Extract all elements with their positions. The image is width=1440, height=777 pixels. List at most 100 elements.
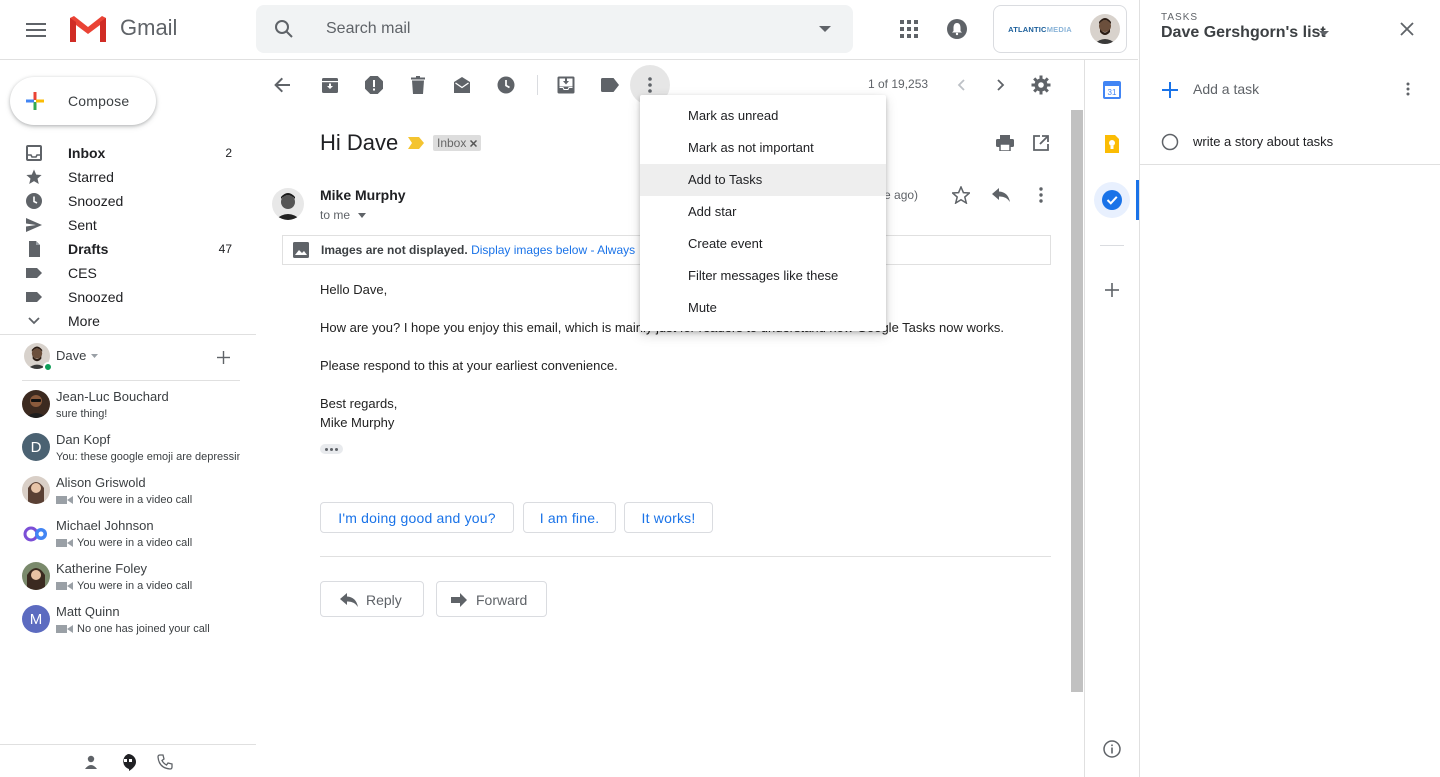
notifications-button[interactable]	[942, 14, 972, 44]
inbox-label-chip[interactable]: Inbox	[433, 135, 482, 151]
tasks-addon-button[interactable]	[1094, 182, 1130, 218]
recipient-details-caret-icon[interactable]	[358, 213, 366, 218]
back-button[interactable]	[268, 72, 296, 98]
nav-starred[interactable]: Starred	[0, 165, 256, 189]
message-more-button[interactable]	[1030, 184, 1052, 206]
report-spam-button[interactable]	[360, 72, 388, 98]
menu-item-create-event[interactable]: Create event	[640, 228, 886, 260]
archive-button[interactable]	[316, 72, 344, 98]
hangouts-bottom-bar	[0, 744, 256, 777]
menu-item-mute[interactable]: Mute	[640, 292, 886, 324]
calendar-addon-button[interactable]: 31	[1100, 78, 1124, 102]
close-tasks-button[interactable]	[1396, 18, 1418, 40]
menu-item-mark-unread[interactable]: Mark as unread	[640, 100, 886, 132]
importance-marker-icon[interactable]	[408, 137, 424, 149]
nav-drafts[interactable]: Drafts 47	[0, 237, 256, 261]
chat-item[interactable]: D Dan Kopf You: these google emoji are d…	[22, 431, 256, 471]
message-subject: Hi Dave	[320, 130, 399, 155]
search-input[interactable]	[326, 17, 806, 41]
search-icon[interactable]	[274, 19, 294, 39]
chat-item[interactable]: Katherine Foley You were in a video call	[22, 560, 256, 600]
hangouts-tab[interactable]	[115, 750, 141, 776]
labels-button[interactable]	[596, 72, 624, 98]
menu-item-add-star[interactable]: Add star	[640, 196, 886, 228]
mark-unread-icon	[454, 77, 470, 93]
mark-unread-button[interactable]	[448, 72, 476, 98]
nav-label-snoozed: Snoozed	[68, 193, 124, 209]
keep-addon-button[interactable]	[1100, 132, 1124, 156]
task-item[interactable]: write a story about tasks	[1161, 131, 1431, 153]
older-button[interactable]	[990, 74, 1012, 96]
get-addons-button[interactable]	[1100, 278, 1124, 302]
recipient-line: to me	[320, 208, 351, 222]
print-button[interactable]	[994, 132, 1016, 154]
reply-button[interactable]: Reply	[320, 581, 424, 617]
chevron-right-icon	[997, 79, 1005, 91]
nav-snoozed[interactable]: Snoozed	[0, 189, 256, 213]
forward-icon	[451, 593, 467, 607]
compose-button[interactable]: Compose	[10, 77, 156, 125]
side-panel-rail: 31	[1084, 60, 1139, 777]
newer-button[interactable]	[950, 74, 972, 96]
reply-icon	[340, 593, 358, 607]
sender-name[interactable]: Mike Murphy	[320, 187, 406, 203]
tasks-more-options-button[interactable]	[1398, 78, 1418, 100]
smart-reply-1[interactable]: I'm doing good and you?	[320, 502, 514, 533]
smart-reply-3[interactable]: It works!	[624, 502, 713, 533]
forward-button[interactable]: Forward	[436, 581, 547, 617]
info-button[interactable]	[1101, 738, 1123, 760]
list-dropdown-caret-icon[interactable]	[1319, 31, 1329, 36]
menu-item-filter-messages[interactable]: Filter messages like these	[640, 260, 886, 292]
online-status-dot	[43, 362, 53, 372]
open-new-window-button[interactable]	[1030, 132, 1052, 154]
phone-tab[interactable]	[154, 751, 176, 773]
account-switcher[interactable]: ATLANTIC MEDIA	[993, 5, 1127, 53]
main-menu-button[interactable]	[20, 14, 52, 46]
show-trimmed-content-button[interactable]	[320, 444, 343, 454]
gear-icon	[1031, 75, 1051, 95]
nav-sent[interactable]: Sent	[0, 213, 256, 237]
message-scrollbar[interactable]	[1071, 110, 1083, 692]
settings-button[interactable]	[1028, 72, 1054, 98]
task-checkbox-circle-icon[interactable]	[1161, 133, 1179, 151]
reply-quick-button[interactable]	[990, 184, 1012, 206]
chat-item[interactable]: Michael Johnson You were in a video call	[22, 517, 256, 557]
chevron-left-icon	[957, 79, 965, 91]
chat-item[interactable]: M Matt Quinn No one has joined your call	[22, 603, 256, 643]
task-list-selector[interactable]: Dave Gershgorn's list	[1161, 24, 1326, 42]
hamburger-icon	[26, 23, 46, 37]
chat-divider	[22, 380, 240, 381]
apps-button[interactable]	[894, 14, 924, 44]
label-icon	[26, 292, 42, 302]
display-images-link[interactable]: Display images below - Always	[471, 243, 635, 257]
task-title[interactable]: write a story about tasks	[1193, 134, 1333, 149]
account-avatar[interactable]	[1090, 14, 1120, 44]
sender-avatar[interactable]	[272, 188, 304, 220]
search-options-caret-icon[interactable]	[819, 26, 831, 32]
star-message-button[interactable]	[950, 184, 972, 206]
move-to-button[interactable]	[552, 72, 580, 98]
menu-item-add-to-tasks[interactable]: Add to Tasks	[640, 164, 886, 196]
menu-item-mark-not-important[interactable]: Mark as not important	[640, 132, 886, 164]
nav-label-ces[interactable]: CES	[0, 261, 256, 285]
nav-more[interactable]: More	[0, 309, 256, 333]
avatar-initial: M	[29, 610, 43, 628]
add-task-button[interactable]: Add a task	[1161, 78, 1401, 102]
toolbar-separator	[537, 75, 538, 95]
delete-button[interactable]	[404, 72, 432, 98]
new-chat-plus-icon[interactable]	[217, 351, 230, 364]
contacts-tab[interactable]	[80, 751, 102, 773]
gmail-logo[interactable]	[68, 14, 108, 44]
nav-inbox[interactable]: Inbox 2	[0, 141, 256, 165]
remove-label-icon[interactable]	[470, 139, 478, 147]
nav-label-snoozed[interactable]: Snoozed	[0, 285, 256, 309]
chat-status-caret-icon[interactable]	[91, 354, 98, 358]
chat-item[interactable]: Alison Griswold You were in a video call	[22, 474, 256, 514]
snooze-button[interactable]	[492, 72, 520, 98]
reply-icon	[992, 188, 1010, 202]
chat-item[interactable]: Jean-Luc Bouchard sure thing!	[22, 388, 256, 428]
search-bar[interactable]	[256, 5, 853, 53]
chat-self-name[interactable]: Dave	[56, 348, 86, 363]
draft-icon	[29, 241, 40, 257]
smart-reply-2[interactable]: I am fine.	[523, 502, 616, 533]
